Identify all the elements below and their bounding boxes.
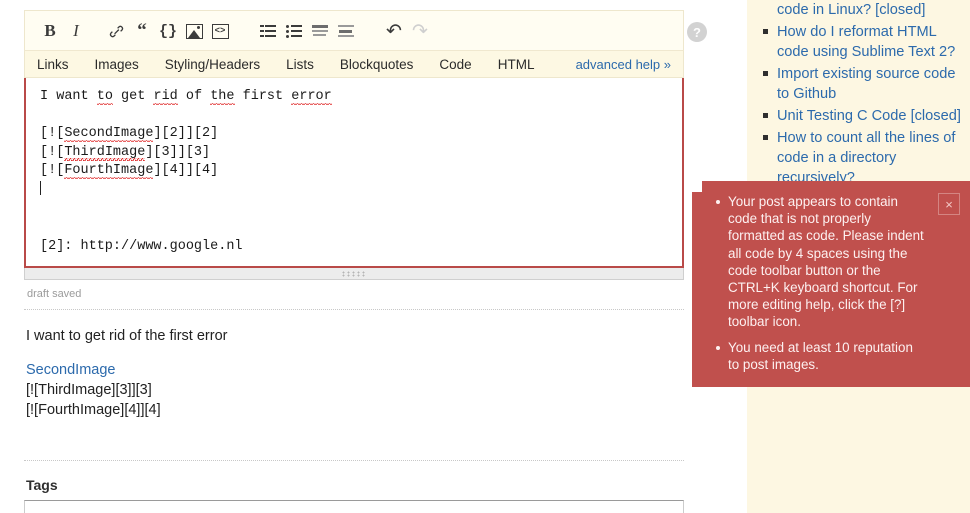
numbered-list-button[interactable] [255, 18, 281, 44]
redo-icon: ↷ [412, 20, 428, 42]
related-link: Unit Testing C Code [closed] [777, 108, 961, 124]
token: [![ [40, 144, 65, 160]
editor-line: [2]: http://www.google.nl [40, 238, 243, 254]
bold-button[interactable]: B [37, 18, 63, 44]
token: ][3]][3] [145, 144, 211, 160]
horizontal-rule-icon [338, 24, 354, 38]
related-link: How to count all the lines of code in a … [777, 130, 956, 186]
advanced-help-link[interactable]: advanced help » [576, 57, 671, 72]
post-editor-column: B I “ {} <> ↶ ↷ ? Links Images Styling/H… [24, 10, 707, 513]
help-item-links[interactable]: Links [37, 57, 69, 72]
error-message: You need at least 10 reputation to post … [716, 339, 926, 373]
bulleted-list-button[interactable] [281, 18, 307, 44]
misspelled-word: error [291, 89, 332, 105]
word: of [185, 89, 203, 104]
horizontal-rule-button[interactable] [333, 18, 359, 44]
preview-broken-links: SecondImage [![ThirdImage][3]][3] [![Fou… [26, 360, 682, 420]
help-item-html[interactable]: HTML [498, 57, 535, 72]
word: I [40, 89, 49, 104]
link-button[interactable] [103, 18, 129, 44]
editor-line: [![SecondImage][2]][2] [40, 126, 219, 143]
tags-section: Tags [24, 461, 684, 513]
word: first [242, 89, 284, 104]
undo-button[interactable]: ↶ [381, 18, 407, 44]
text-cursor [40, 180, 41, 195]
token: ][2]][2] [153, 126, 219, 142]
tags-input[interactable] [24, 500, 684, 513]
misspelled-word: FourthImage [64, 163, 154, 180]
code-braces-icon: {} [158, 22, 177, 40]
related-link: Import existing source code to Github [777, 66, 956, 102]
related-link: code in Linux? [closed] [777, 2, 926, 18]
bulleted-list-icon [286, 24, 302, 38]
editor-line: [![ThirdImage][3]][3] [40, 144, 211, 161]
help-item-blockquotes[interactable]: Blockquotes [340, 57, 414, 72]
token: [![ [40, 163, 65, 179]
heading-button[interactable] [307, 18, 333, 44]
resize-grip-icon [341, 271, 367, 277]
image-button[interactable] [181, 18, 207, 44]
blockquote-button[interactable]: “ [129, 18, 155, 44]
page-root: code in Linux? [closed] How do I reforma… [0, 0, 970, 513]
token: [![ [40, 126, 65, 142]
help-item-code[interactable]: Code [439, 57, 471, 72]
tooltip-notch [692, 180, 702, 192]
bold-icon: B [44, 21, 56, 40]
markdown-toolbar: B I “ {} <> ↶ ↷ ? [24, 10, 707, 50]
link-icon [109, 25, 123, 37]
misspelled-word: SecondImage [64, 126, 154, 143]
markdown-help-bar: Links Images Styling/Headers Lists Block… [24, 50, 684, 78]
list-item[interactable]: Import existing source code to Github [763, 64, 970, 104]
token: ][4]][4] [153, 163, 219, 179]
preview-raw-line: [![ThirdImage][3]][3] [26, 382, 152, 398]
numbered-list-icon [260, 24, 276, 38]
second-image-link[interactable]: SecondImage [26, 362, 115, 378]
post-preview: I want to get rid of the first error Sec… [24, 310, 684, 430]
markdown-input[interactable]: I want to get rid of the first error [![… [24, 78, 684, 268]
list-item[interactable]: code in Linux? [closed] [763, 0, 970, 20]
error-message-list: Your post appears to contain code that i… [702, 193, 960, 373]
misspelled-word: rid [153, 89, 178, 105]
editor-line: [![FourthImage][4]][4] [40, 163, 219, 180]
list-item[interactable]: How do I reformat HTML code using Sublim… [763, 22, 970, 62]
html-button[interactable]: <> [207, 18, 233, 44]
italic-button[interactable]: I [63, 18, 89, 44]
help-item-styling-headers[interactable]: Styling/Headers [165, 57, 260, 72]
undo-icon: ↶ [386, 20, 402, 42]
close-icon[interactable]: × [938, 193, 960, 215]
misspelled-word: the [210, 89, 235, 105]
list-item[interactable]: Unit Testing C Code [closed] [763, 106, 970, 126]
italic-icon: I [73, 21, 79, 40]
error-message: Your post appears to contain code that i… [716, 193, 926, 331]
preview-link[interactable]: SecondImage [26, 360, 682, 380]
help-item-lists[interactable]: Lists [286, 57, 314, 72]
redo-button[interactable]: ↷ [407, 18, 433, 44]
preview-paragraph: I want to get rid of the first error [26, 328, 228, 344]
quote-icon: “ [137, 20, 147, 41]
preview-raw-line: [![FourthImage][4]][4] [26, 402, 161, 418]
help-icon[interactable]: ? [687, 22, 707, 42]
image-icon [185, 23, 203, 39]
heading-icon [312, 24, 328, 38]
code-button[interactable]: {} [155, 18, 181, 44]
help-item-images[interactable]: Images [95, 57, 139, 72]
word: get [121, 89, 146, 104]
tags-label: Tags [26, 477, 58, 493]
draft-saved-status: draft saved [27, 288, 82, 300]
html-code-icon: <> [211, 23, 229, 39]
editor-resize-handle[interactable] [24, 268, 684, 280]
word: want [56, 89, 89, 104]
list-item[interactable]: How to count all the lines of code in a … [763, 128, 970, 188]
editor-line: I want to get rid of the first error [40, 89, 332, 105]
related-link: How do I reformat HTML code using Sublim… [777, 24, 956, 60]
validation-error-tooltip: × Your post appears to contain code that… [692, 180, 970, 388]
misspelled-word: to [96, 89, 113, 105]
misspelled-word: ThirdImage [64, 144, 146, 161]
